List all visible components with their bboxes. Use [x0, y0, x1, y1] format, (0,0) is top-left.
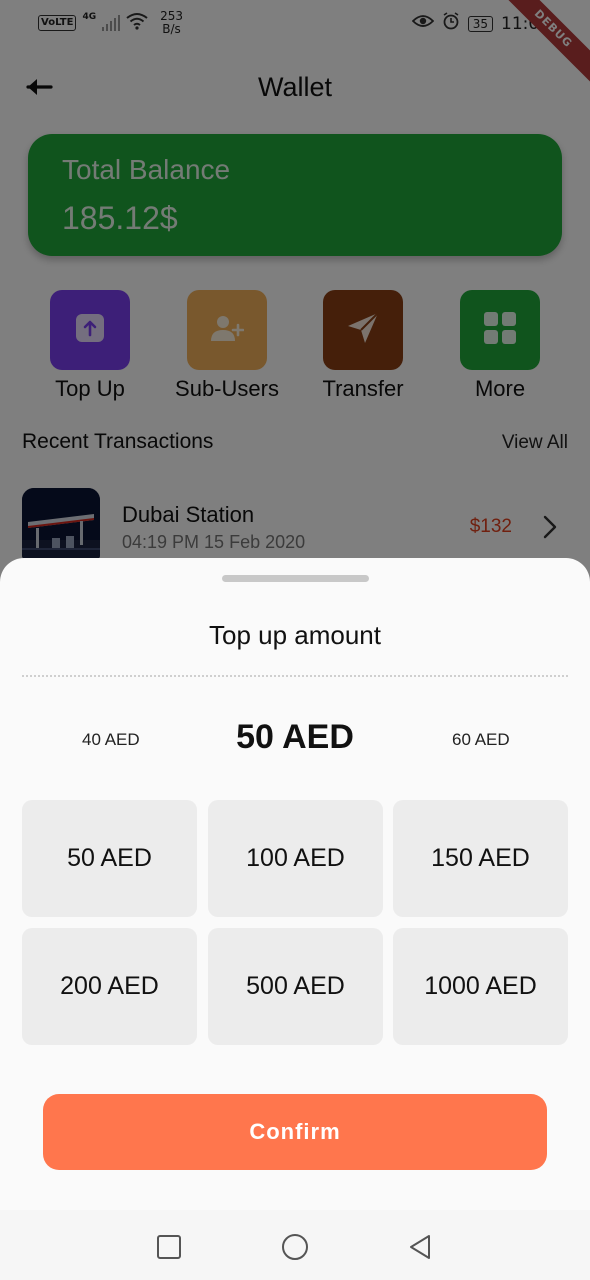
amount-option[interactable]: 1000 AED	[393, 928, 568, 1045]
confirm-button[interactable]: Confirm	[43, 1094, 547, 1170]
home-circle-icon[interactable]	[280, 1232, 310, 1262]
wallet-screen: VoLTE 4G 253 B/s	[0, 0, 590, 1280]
sheet-title: Top up amount	[208, 620, 381, 650]
topup-bottom-sheet: Top up amount 40 AED 50 AED 60 AED 50 AE…	[0, 558, 590, 1210]
amount-option[interactable]: 500 AED	[208, 928, 383, 1045]
amount-option[interactable]: 200 AED	[22, 928, 197, 1045]
picker-next-option[interactable]: 60 AED	[452, 730, 510, 750]
drag-handle[interactable]	[222, 575, 369, 582]
amount-option[interactable]: 150 AED	[393, 800, 568, 917]
system-nav-bar	[0, 1210, 590, 1280]
recents-square-icon[interactable]	[154, 1232, 184, 1262]
amount-option[interactable]: 50 AED	[22, 800, 197, 917]
amount-option[interactable]: 100 AED	[208, 800, 383, 917]
divider	[22, 675, 568, 677]
back-triangle-icon[interactable]	[405, 1232, 435, 1262]
